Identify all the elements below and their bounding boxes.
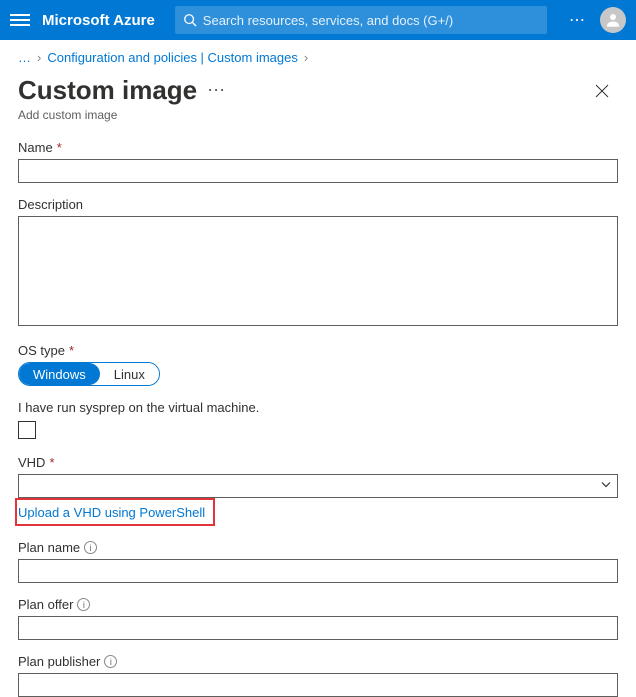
os-linux-option[interactable]: Linux: [100, 363, 159, 385]
user-icon: [604, 11, 622, 29]
required-icon: *: [49, 455, 54, 470]
plan-publisher-field[interactable]: [18, 673, 618, 697]
required-icon: *: [69, 343, 74, 358]
chevron-right-icon: ›: [304, 50, 308, 65]
brand-label[interactable]: Microsoft Azure: [42, 12, 155, 29]
sysprep-checkbox[interactable]: [18, 421, 36, 439]
plan-publisher-label: Plan publisher: [18, 654, 100, 669]
vhd-label: VHD: [18, 455, 45, 470]
plan-offer-field[interactable]: [18, 616, 618, 640]
required-icon: *: [57, 140, 62, 155]
os-type-label: OS type: [18, 343, 65, 358]
plan-name-label: Plan name: [18, 540, 80, 555]
info-icon[interactable]: i: [77, 598, 90, 611]
name-label: Name: [18, 140, 53, 155]
chevron-right-icon: ›: [37, 50, 41, 65]
search-placeholder: Search resources, services, and docs (G+…: [203, 13, 453, 28]
page-title: Custom image: [18, 75, 197, 106]
close-icon: [595, 84, 609, 98]
info-icon[interactable]: i: [84, 541, 97, 554]
close-button[interactable]: [586, 75, 618, 107]
breadcrumb-prefix[interactable]: …: [18, 50, 31, 65]
sysprep-label: I have run sysprep on the virtual machin…: [18, 400, 618, 415]
description-label: Description: [18, 197, 83, 212]
description-field[interactable]: [18, 216, 618, 326]
breadcrumb-link[interactable]: Configuration and policies | Custom imag…: [47, 50, 298, 65]
avatar[interactable]: [600, 7, 626, 33]
os-type-toggle: Windows Linux: [18, 362, 160, 386]
plan-name-field[interactable]: [18, 559, 618, 583]
blade-header: Custom image ⋯ Add custom image: [0, 69, 636, 128]
search-icon: [183, 13, 197, 27]
vhd-select[interactable]: [18, 474, 618, 498]
upload-vhd-link[interactable]: Upload a VHD using PowerShell: [18, 504, 209, 523]
more-icon[interactable]: ⋯: [207, 80, 225, 101]
top-bar: Microsoft Azure Search resources, servic…: [0, 0, 636, 40]
name-field[interactable]: [18, 159, 618, 183]
plan-offer-label: Plan offer: [18, 597, 73, 612]
info-icon[interactable]: i: [104, 655, 117, 668]
page-subtitle: Add custom image: [18, 108, 586, 122]
menu-icon[interactable]: [10, 10, 30, 30]
search-input[interactable]: Search resources, services, and docs (G+…: [175, 6, 547, 34]
form: Name * Description OS type * Windows Lin…: [0, 128, 636, 697]
os-windows-option[interactable]: Windows: [19, 363, 100, 385]
breadcrumb: … › Configuration and policies | Custom …: [0, 40, 636, 69]
more-icon[interactable]: ⋯: [569, 10, 586, 30]
